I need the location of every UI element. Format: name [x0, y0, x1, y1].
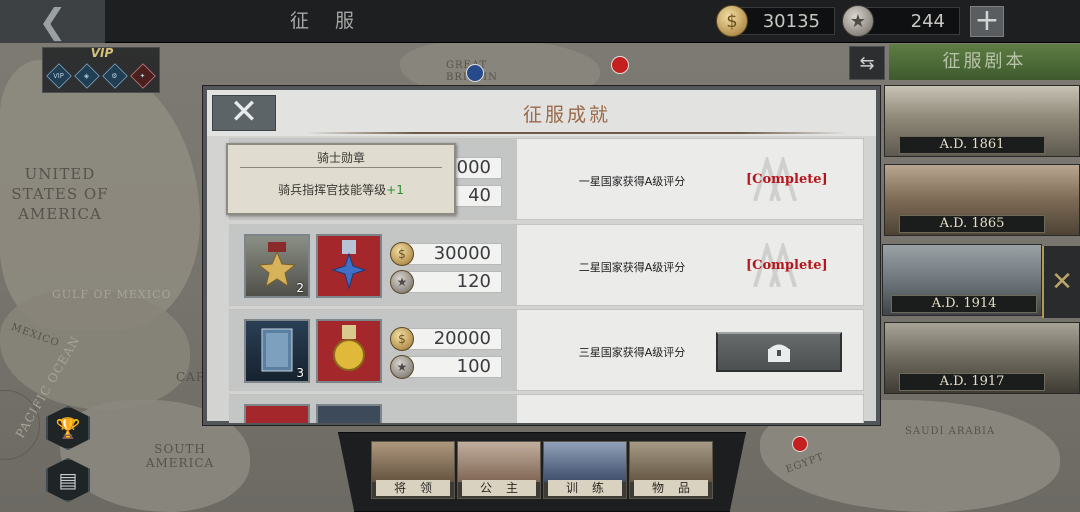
scenario-card-1917[interactable]: A.D. 1917 — [884, 322, 1080, 394]
tooltip-divider — [240, 167, 442, 168]
status-complete: [Complete] — [746, 258, 828, 273]
dialog-header: ✕ 征服成就 — [207, 90, 876, 136]
close-button[interactable]: ✕ — [212, 95, 276, 131]
item-count: 3 — [296, 366, 304, 380]
document-icon: ▤ — [58, 468, 78, 492]
central-america-landmass — [0, 290, 190, 410]
reward-area: 3 $ 20000 ★ 100 — [230, 310, 517, 390]
reward-area: 2 $ 30000 ★ 120 — [230, 225, 517, 305]
silver-medal-icon: ★ — [842, 5, 874, 37]
tab-image — [630, 442, 712, 482]
scenario-year: A.D. 1914 — [891, 295, 1037, 313]
game-screen: UNITED STATES OF AMERICA GULF OF MEXICO … — [0, 0, 1080, 512]
tab-label: 训练 — [548, 480, 622, 496]
tab-princess[interactable]: 公主 — [457, 441, 541, 499]
achievement-row: 3 $ 20000 ★ 100 三星国家获得A级评分 — [229, 309, 864, 391]
achievement-row — [229, 394, 864, 423]
tab-label: 物品 — [634, 480, 708, 496]
swap-arrows-icon: ⇆ — [859, 52, 875, 74]
chevron-left-icon: ❮ — [38, 1, 67, 42]
scenario-card-1861[interactable]: A.D. 1861 — [884, 85, 1080, 157]
crossed-swords-icon: ✕ — [1042, 246, 1080, 318]
label-usa: UNITED STATES OF AMERICA — [11, 165, 109, 223]
reward-item-medal-star[interactable]: 2 — [244, 234, 310, 298]
achievement-requirement: 一星国家获得A级评分 — [578, 175, 686, 188]
reward-item[interactable] — [244, 404, 310, 423]
label-caribbean: CAR — [176, 370, 206, 384]
tab-items[interactable]: 物品 — [629, 441, 713, 499]
gold-coin-icon: $ — [390, 327, 414, 351]
reward-area — [230, 395, 517, 423]
tooltip-desc-text: 骑兵指挥官技能等级 — [278, 183, 387, 197]
vip-badge-2[interactable]: ◈ — [74, 63, 100, 89]
gold-amount: 30135 — [762, 10, 820, 32]
label-gulf-of-mexico: GULF OF MEXICO — [52, 288, 172, 301]
tab-image — [544, 442, 626, 482]
reward-tooltip: 骑士勋章 骑兵指挥官技能等级+1 — [226, 143, 456, 215]
vip-badge-3[interactable]: ⚙ — [102, 63, 128, 89]
achievement-row: 2 $ 30000 ★ 120 二星国家获得A级评分 [Complete] — [229, 224, 864, 306]
page-title: 征服 — [289, 10, 380, 32]
tab-label: 将领 — [376, 480, 450, 496]
label-south-america: SOUTH AMERICA — [145, 442, 215, 470]
ottoman-flag-icon[interactable] — [792, 436, 808, 452]
header-divider — [307, 132, 847, 134]
status-complete: [Complete] — [746, 172, 828, 187]
silver-medal-icon: ★ — [390, 270, 414, 294]
bottom-tab-bar: 将领 公主 训练 物品 — [338, 432, 746, 512]
reward-item-blue-cross[interactable] — [316, 234, 382, 298]
scenario-year: A.D. 1865 — [899, 215, 1045, 233]
reward-item-book[interactable]: 3 — [244, 319, 310, 383]
vip-badge-1[interactable]: VIP — [46, 63, 72, 89]
reward-item[interactable] — [316, 404, 382, 423]
vip-badge-4[interactable]: ✦ — [130, 63, 156, 89]
tab-generals[interactable]: 将领 — [371, 441, 455, 499]
silver-medal-icon: ★ — [390, 355, 414, 379]
scenario-year: A.D. 1861 — [899, 136, 1045, 154]
blue-cross-medal-icon — [331, 240, 367, 290]
scenario-year: A.D. 1917 — [899, 373, 1045, 391]
scenario-card-1865[interactable]: A.D. 1865 — [884, 164, 1080, 236]
item-count: 2 — [296, 281, 304, 295]
vip-label: VIP — [90, 46, 114, 60]
dialog-title: 征服成就 — [522, 104, 611, 126]
claim-button[interactable] — [716, 332, 842, 372]
tab-training[interactable]: 训练 — [543, 441, 627, 499]
tab-image — [458, 442, 540, 482]
gold-coin-icon: $ — [390, 242, 414, 266]
tooltip-bonus: +1 — [386, 183, 404, 197]
tooltip-title: 骑士勋章 — [316, 151, 365, 165]
british-flag-icon[interactable] — [466, 64, 484, 82]
gold-medal-icon — [333, 325, 365, 371]
swap-button[interactable]: ⇆ — [849, 46, 885, 80]
add-currency-button[interactable]: + — [970, 6, 1004, 37]
tab-image — [372, 442, 454, 482]
top-bar: ❮ 征服 30135 $ 244 ★ + — [0, 0, 1080, 43]
trophy-icon: 🏆 — [55, 416, 81, 440]
label-saudi-arabia: SAUDI ARABIA — [905, 426, 996, 437]
vip-panel[interactable]: VIP VIP ◈ ⚙ ✦ — [42, 46, 160, 93]
medal-amount: 244 — [910, 10, 945, 32]
achievements-dialog: ✕ 征服成就 0000 40 一星国家获得A级评分 [Complete] 2 $… — [203, 86, 880, 425]
scenario-title: 征服剧本 — [889, 44, 1080, 80]
treasure-chest-icon — [768, 344, 790, 362]
close-icon: ✕ — [229, 92, 259, 132]
reward-item-gold-medal[interactable] — [316, 319, 382, 383]
tooltip-description: 骑兵指挥官技能等级+1 — [228, 181, 454, 198]
back-button[interactable]: ❮ — [0, 0, 105, 43]
achievement-requirement: 二星国家获得A级评分 — [578, 261, 686, 274]
tab-label: 公主 — [462, 480, 536, 496]
gold-coin-icon: $ — [716, 5, 748, 37]
swiss-flag-icon[interactable] — [611, 56, 629, 74]
scenario-card-1914[interactable]: A.D. 1914 — [882, 244, 1042, 316]
achievement-requirement: 三星国家获得A级评分 — [578, 346, 686, 359]
